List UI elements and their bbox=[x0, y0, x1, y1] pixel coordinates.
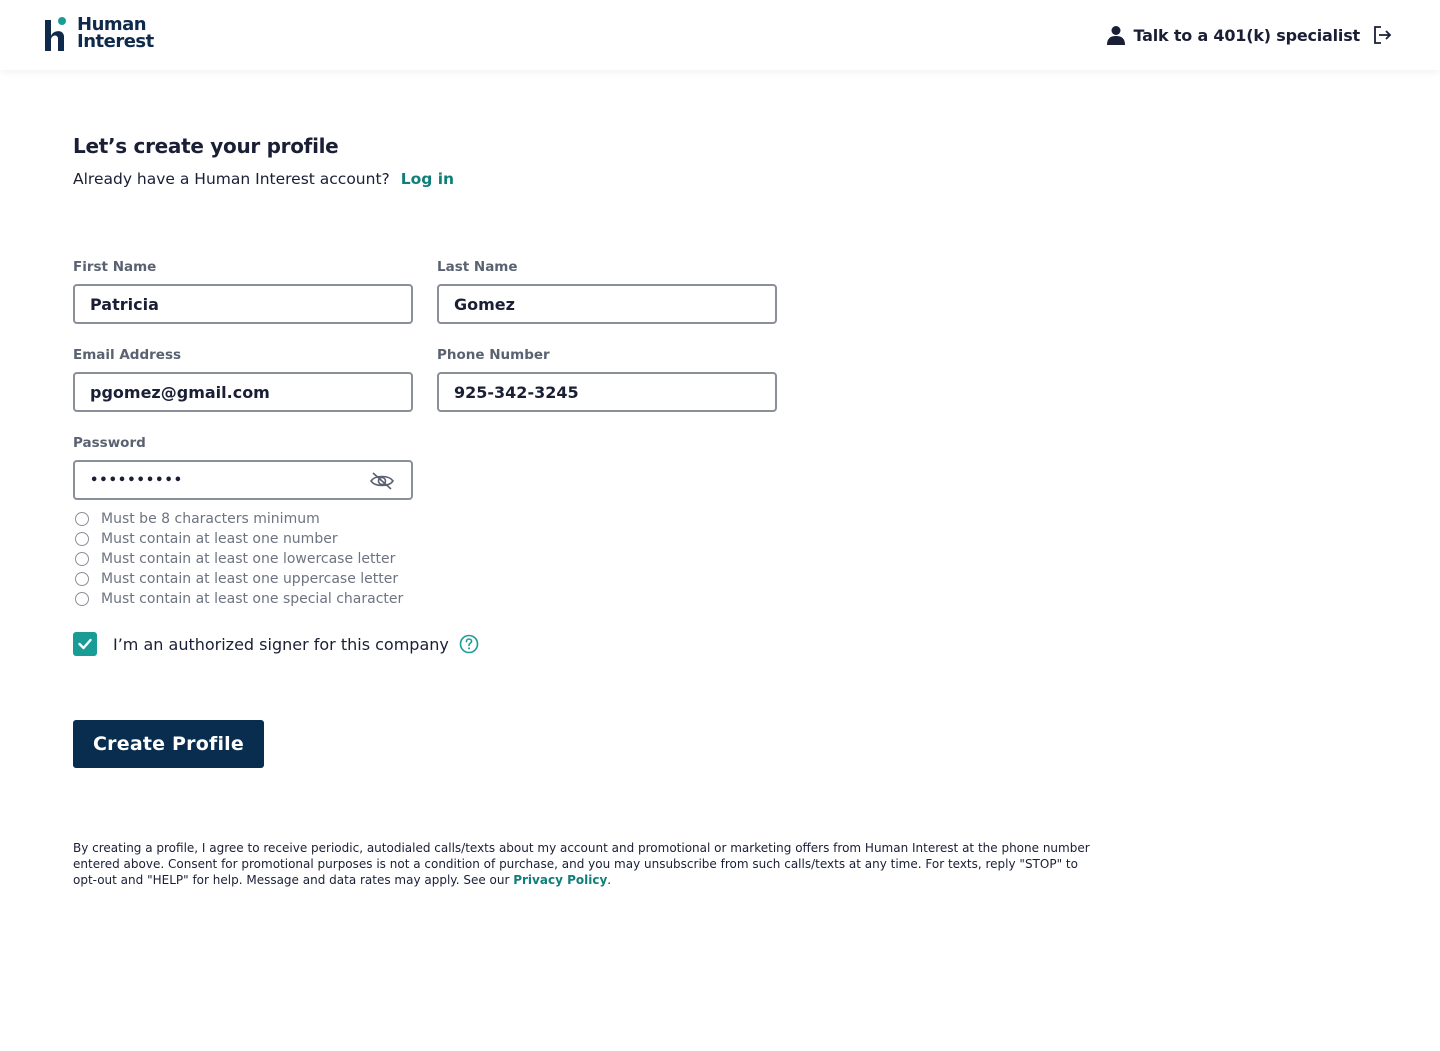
consent-disclaimer: By creating a profile, I agree to receiv… bbox=[73, 840, 1103, 888]
email-label: Email Address bbox=[73, 347, 182, 363]
logo-h-icon bbox=[45, 17, 66, 51]
first-name-value: Patricia bbox=[90, 294, 159, 314]
password-label: Password bbox=[73, 435, 146, 451]
person-icon bbox=[1106, 26, 1125, 45]
login-prompt-text: Already have a Human Interest account? bbox=[73, 170, 390, 188]
password-rule: Must be 8 characters minimum bbox=[75, 509, 403, 529]
password-rule: Must contain at least one uppercase lett… bbox=[75, 569, 403, 589]
rule-status-icon bbox=[75, 512, 89, 526]
rule-text: Must contain at least one number bbox=[101, 531, 338, 547]
authorized-signer-label[interactable]: I’m an authorized signer for this compan… bbox=[113, 635, 449, 654]
last-name-label: Last Name bbox=[437, 259, 518, 275]
first-name-field[interactable]: Patricia bbox=[73, 284, 413, 324]
question-circle-icon[interactable] bbox=[459, 634, 479, 654]
logout-icon[interactable] bbox=[1372, 25, 1392, 45]
logo-line-2: Interest bbox=[77, 31, 154, 52]
page-title: Let’s create your profile bbox=[73, 134, 339, 158]
rule-text: Must contain at least one lowercase lett… bbox=[101, 551, 396, 567]
header: Human Interest Talk to a 401(k) speciali… bbox=[0, 0, 1440, 70]
email-field[interactable]: pgomez@gmail.com bbox=[73, 372, 413, 412]
authorized-signer-row: I’m an authorized signer for this compan… bbox=[73, 632, 479, 656]
privacy-policy-link[interactable]: Privacy Policy bbox=[513, 873, 607, 887]
disclaimer-end: . bbox=[607, 873, 612, 887]
password-rule: Must contain at least one number bbox=[75, 529, 403, 549]
rule-status-icon bbox=[75, 552, 89, 566]
login-prompt: Already have a Human Interest account? L… bbox=[73, 170, 454, 188]
rule-status-icon bbox=[75, 532, 89, 546]
rule-status-icon bbox=[75, 572, 89, 586]
phone-field[interactable]: 925-342-3245 bbox=[437, 372, 777, 412]
rule-text: Must contain at least one special charac… bbox=[101, 591, 404, 607]
last-name-value: Gomez bbox=[454, 294, 515, 314]
first-name-label: First Name bbox=[73, 259, 157, 275]
logo-wordmark: Human Interest bbox=[77, 16, 154, 52]
talk-to-specialist-link[interactable]: Talk to a 401(k) specialist bbox=[1106, 22, 1393, 48]
password-value: •••••••••• bbox=[90, 472, 184, 488]
specialist-label: Talk to a 401(k) specialist bbox=[1133, 25, 1361, 45]
rule-status-icon bbox=[75, 592, 89, 606]
phone-label: Phone Number bbox=[437, 347, 550, 363]
authorized-signer-checkbox[interactable] bbox=[73, 632, 97, 656]
password-rule: Must contain at least one special charac… bbox=[75, 589, 403, 609]
password-field[interactable]: •••••••••• bbox=[73, 460, 413, 500]
phone-value: 925-342-3245 bbox=[454, 382, 579, 402]
password-rule: Must contain at least one lowercase lett… bbox=[75, 549, 403, 569]
email-value: pgomez@gmail.com bbox=[90, 382, 270, 402]
rule-text: Must be 8 characters minimum bbox=[101, 511, 320, 527]
eye-off-icon[interactable] bbox=[369, 471, 395, 491]
last-name-field[interactable]: Gomez bbox=[437, 284, 777, 324]
checkmark-icon bbox=[78, 638, 92, 650]
human-interest-logo[interactable]: Human Interest bbox=[44, 16, 156, 54]
create-profile-button[interactable]: Create Profile bbox=[73, 720, 264, 768]
login-link[interactable]: Log in bbox=[401, 170, 454, 188]
rule-text: Must contain at least one uppercase lett… bbox=[101, 571, 399, 587]
password-rules: Must be 8 characters minimum Must contai… bbox=[75, 509, 403, 609]
